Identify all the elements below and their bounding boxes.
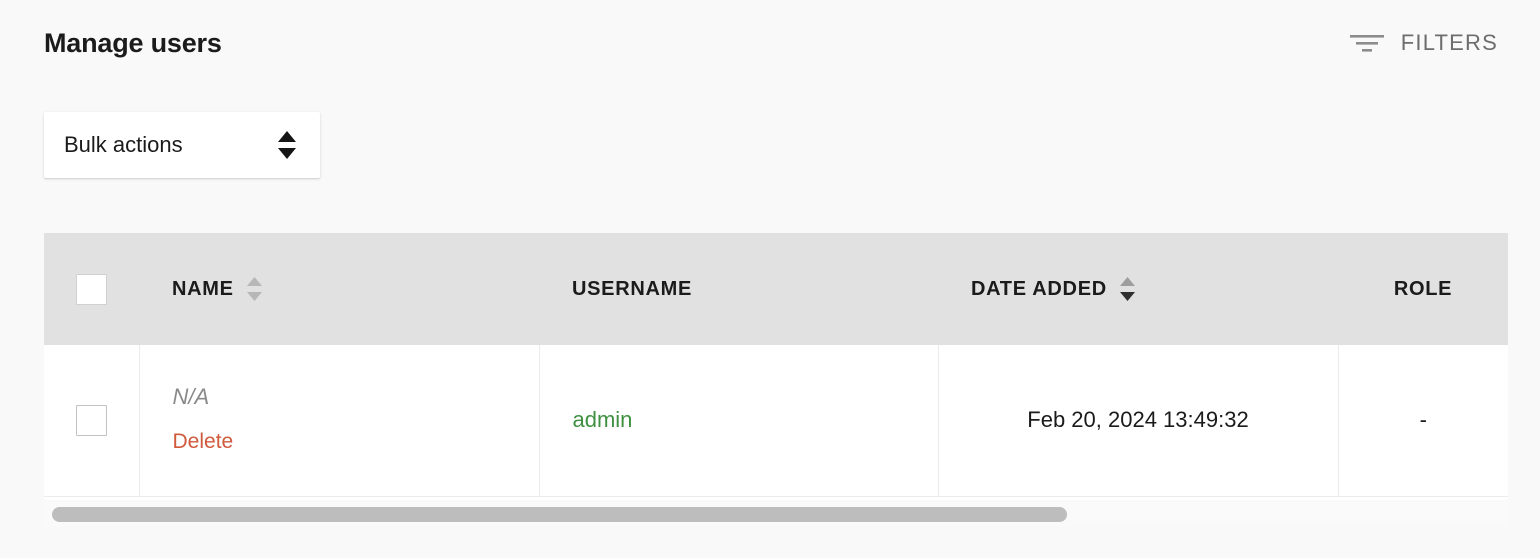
row-date-added-value: Feb 20, 2024 13:49:32 [1027,407,1249,433]
up-down-arrows-icon [276,130,298,160]
sort-arrows-icon-name[interactable] [246,276,263,302]
row-actions: Delete [173,428,539,454]
page-title: Manage users [44,27,222,58]
table-header-row: NAME USERNAME DATE ADDED ROLE [44,233,1508,345]
page-header: Manage users FILTERS [0,0,1540,86]
row-date-added-cell: Feb 20, 2024 13:49:32 [938,345,1339,497]
table-head: NAME USERNAME DATE ADDED ROLE [44,233,1508,345]
bulk-actions-wrapper: Bulk actions [44,112,320,178]
row-select-cell [44,345,140,497]
table-row: N/A Delete admin Feb 20, 2024 13:49:32 - [44,345,1508,497]
delete-link[interactable]: Delete [173,430,234,453]
column-header-date-added[interactable]: DATE ADDED [938,233,1338,345]
select-all-checkbox[interactable] [76,273,107,305]
users-table-scroll-container: NAME USERNAME DATE ADDED ROLE N/A Delete… [44,233,1508,500]
filter-icon [1347,30,1387,56]
bulk-actions-value: Bulk actions [64,132,183,157]
column-header-select [44,233,139,345]
column-header-role-label: ROLE [1393,277,1453,300]
sort-arrows-icon-date-added[interactable] [1119,276,1136,302]
row-username-cell: admin [539,345,939,497]
filters-label: FILTERS [1400,30,1498,55]
row-select-checkbox[interactable] [75,404,107,436]
bulk-actions-select[interactable]: Bulk actions [44,112,320,178]
username-link[interactable]: admin [573,407,633,432]
column-header-username: USERNAME [539,233,938,345]
row-role-cell: - [1338,345,1508,497]
horizontal-scrollbar-track[interactable] [44,502,1508,526]
row-name-value: N/A [172,384,210,410]
horizontal-scrollbar-thumb[interactable] [52,507,1067,522]
column-header-username-label: USERNAME [572,277,693,300]
row-name-cell: N/A Delete [139,345,540,497]
column-header-name[interactable]: NAME [139,233,539,345]
filters-button[interactable]: FILTERS [1347,30,1498,56]
column-header-name-label: NAME [172,277,234,300]
row-role-value: - [1419,407,1427,433]
column-header-date-added-label: DATE ADDED [971,277,1107,300]
users-table: NAME USERNAME DATE ADDED ROLE N/A Delete… [44,233,1508,497]
table-body: N/A Delete admin Feb 20, 2024 13:49:32 - [44,345,1508,497]
column-header-role: ROLE [1338,233,1508,345]
